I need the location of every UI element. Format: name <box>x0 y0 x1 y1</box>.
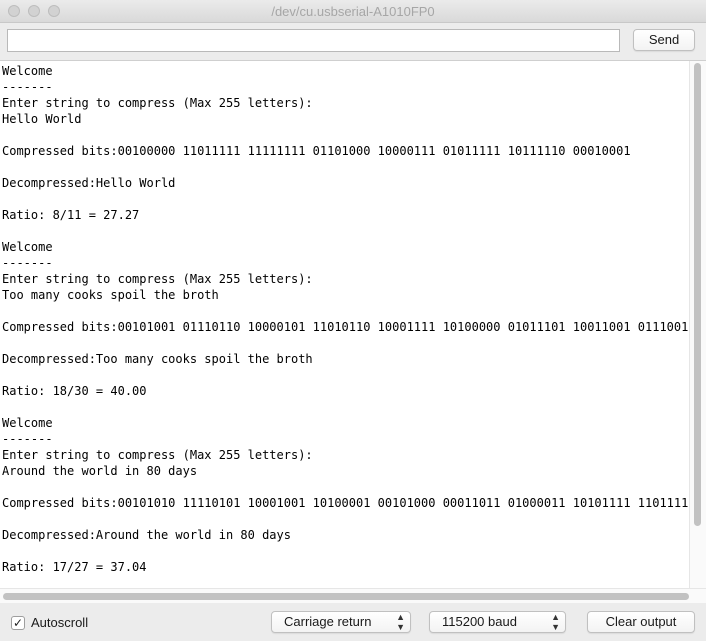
baud-rate-select[interactable]: 115200 baud ▲ ▼ <box>429 611 566 633</box>
console-line: ------- <box>2 80 53 94</box>
send-row: Send <box>0 23 706 60</box>
console-line: Welcome <box>2 64 53 78</box>
console-line: Too many cooks spoil the broth <box>2 288 219 302</box>
serial-send-input[interactable] <box>7 29 620 52</box>
checkmark-icon: ✓ <box>12 616 24 630</box>
console-line: Ratio: 18/30 = 40.00 <box>2 384 147 398</box>
bottom-bar: ✓ Autoscroll Carriage return ▲ ▼ 115200 b… <box>0 603 706 641</box>
console-line: Enter string to compress (Max 255 letter… <box>2 96 313 110</box>
console-line: ------- <box>2 432 53 446</box>
console-line: ------- <box>2 256 53 270</box>
autoscroll-checkbox[interactable]: ✓ <box>11 616 25 630</box>
vertical-scroll-thumb[interactable] <box>694 63 701 526</box>
console-line: Decompressed:Hello World <box>2 176 176 190</box>
console-line: Hello World <box>2 112 82 126</box>
console-line: Ratio: 17/27 = 37.04 <box>2 560 147 574</box>
console-line: Around the world in 80 days <box>2 464 198 478</box>
console-line: Decompressed:Too many cooks spoil the br… <box>2 352 313 366</box>
updown-chevron-icon: ▲ ▼ <box>396 612 405 632</box>
window-title: /dev/cu.usbserial-A1010FP0 <box>271 4 435 19</box>
console-line: Compressed bits:00101010 11110101 100010… <box>2 496 688 510</box>
serial-output-text: Welcome ------- Enter string to compress (… <box>2 63 688 575</box>
console-line: Compressed bits:00101001 01110110 100001… <box>2 320 688 334</box>
vertical-scrollbar[interactable] <box>689 61 706 588</box>
serial-output-console[interactable]: Welcome ------- Enter string to compress (… <box>0 60 706 588</box>
console-line: Welcome <box>2 416 53 430</box>
baud-rate-value: 115200 baud <box>442 614 517 629</box>
console-line: Decompressed:Around the world in 80 days <box>2 528 291 542</box>
send-button[interactable]: Send <box>633 29 695 51</box>
console-line: Enter string to compress (Max 255 letter… <box>2 272 313 286</box>
line-ending-value: Carriage return <box>284 614 372 629</box>
console-line: Enter string to compress (Max 255 letter… <box>2 448 313 462</box>
console-line: Compressed bits:00100000 11011111 111111… <box>2 144 631 158</box>
clear-output-button[interactable]: Clear output <box>587 611 695 633</box>
autoscroll-label: Autoscroll <box>31 615 89 630</box>
console-line: Welcome <box>2 240 53 254</box>
line-ending-select[interactable]: Carriage return ▲ ▼ <box>271 611 411 633</box>
updown-chevron-icon: ▲ ▼ <box>551 612 560 632</box>
console-line: Ratio: 8/11 = 27.27 <box>2 208 140 222</box>
horizontal-scroll-thumb[interactable] <box>3 593 689 600</box>
horizontal-scrollbar[interactable] <box>0 588 706 603</box>
title-bar: /dev/cu.usbserial-A1010FP0 <box>0 0 706 23</box>
